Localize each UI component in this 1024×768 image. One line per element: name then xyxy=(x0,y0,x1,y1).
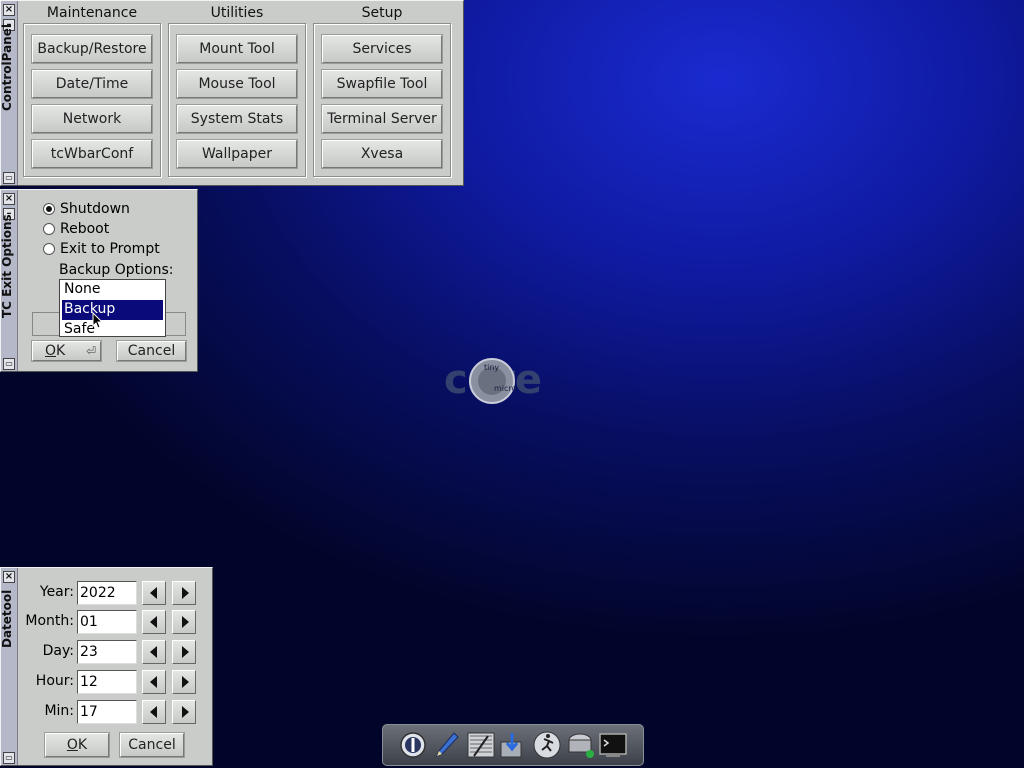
day-increment-button[interactable] xyxy=(172,640,196,664)
ok-mnemonic: O xyxy=(45,343,57,359)
hour-decrement-button[interactable] xyxy=(142,670,166,694)
reboot-label: Reboot xyxy=(60,221,110,237)
hour-field[interactable]: 12 xyxy=(77,670,137,694)
min-increment-button[interactable] xyxy=(172,700,196,724)
mouse-tool-button[interactable]: Mouse Tool xyxy=(176,69,298,99)
month-decrement-button[interactable] xyxy=(142,610,166,634)
month-increment-button[interactable] xyxy=(172,610,196,634)
mount-tool-button[interactable]: Mount Tool xyxy=(176,34,298,64)
datetool-ok-button[interactable]: OK xyxy=(44,732,110,758)
date-time-button[interactable]: Date/Time xyxy=(31,69,153,99)
ok-mnemonic: O xyxy=(66,737,78,753)
network-button[interactable]: Network xyxy=(31,104,153,134)
reboot-radio[interactable] xyxy=(43,223,55,235)
cancel-button[interactable]: Cancel xyxy=(116,340,187,362)
datetool-window: × Datetool ▭ Year: 2022 Month: 01 Day: 2… xyxy=(0,567,213,766)
month-label: Month: xyxy=(25,613,74,629)
system-stats-button[interactable]: System Stats xyxy=(176,104,298,134)
day-field[interactable]: 23 xyxy=(77,640,137,664)
close-icon[interactable]: × xyxy=(3,193,15,205)
swapfile-tool-button[interactable]: Swapfile Tool xyxy=(321,69,443,99)
dropdown-option-safe[interactable]: Safe xyxy=(60,320,165,340)
min-label: Min: xyxy=(44,703,74,719)
shade-icon[interactable]: ▭ xyxy=(3,752,15,764)
year-field[interactable]: 2022 xyxy=(77,581,137,605)
ok-button[interactable]: OK ⏎ xyxy=(31,340,102,362)
wallpaper-button[interactable]: Wallpaper xyxy=(176,139,298,169)
ok-rest: K xyxy=(56,343,66,359)
day-label: Day: xyxy=(42,643,74,659)
close-icon[interactable]: × xyxy=(3,4,15,16)
dropdown-option-none[interactable]: None xyxy=(60,280,165,300)
hour-label: Hour: xyxy=(35,673,74,689)
backup-restore-button[interactable]: Backup/Restore xyxy=(31,34,153,64)
editor-icon[interactable] xyxy=(432,730,462,760)
min-field[interactable]: 17 xyxy=(77,700,137,724)
ok-rest: K xyxy=(77,737,88,753)
control-panel-title: ControlPanel xyxy=(0,24,14,111)
mount-icon[interactable] xyxy=(566,730,596,760)
enter-icon: ⏎ xyxy=(85,344,96,358)
datetool-cancel-button[interactable]: Cancel xyxy=(119,732,185,758)
exit-options-titlebar[interactable]: × – TC Exit Options ▭ xyxy=(0,190,18,371)
exit-options-title: TC Exit Options xyxy=(0,214,14,318)
shutdown-radio[interactable] xyxy=(43,203,55,215)
dropdown-option-backup[interactable]: Backup xyxy=(62,300,163,320)
logo-micro: micro xyxy=(494,384,517,393)
apps-icon[interactable] xyxy=(466,730,496,760)
exit-icon[interactable] xyxy=(398,730,428,760)
services-button[interactable]: Services xyxy=(321,34,443,64)
group-label-maintenance: Maintenance xyxy=(46,5,138,21)
year-label: Year: xyxy=(39,584,74,600)
logo-tiny: tiny xyxy=(484,363,499,372)
min-decrement-button[interactable] xyxy=(142,700,166,724)
group-label-utilities: Utilities xyxy=(210,5,264,21)
core-logo: core tiny micro xyxy=(444,357,542,404)
control-panel-titlebar[interactable]: × – ControlPanel ▭ xyxy=(0,1,18,185)
year-increment-button[interactable] xyxy=(172,581,196,605)
dock xyxy=(382,724,644,766)
installer-icon[interactable] xyxy=(498,730,528,760)
year-decrement-button[interactable] xyxy=(142,581,166,605)
run-icon[interactable] xyxy=(532,730,562,760)
mouse-pointer-icon xyxy=(92,312,104,329)
exit-to-prompt-label: Exit to Prompt xyxy=(60,241,160,257)
tcwbarconf-button[interactable]: tcWbarConf xyxy=(31,139,153,169)
control-panel-window: × – ControlPanel ▭ Maintenance Backup/Re… xyxy=(0,0,464,186)
xvesa-button[interactable]: Xvesa xyxy=(321,139,443,169)
shade-icon[interactable]: ▭ xyxy=(3,358,15,370)
terminal-server-button[interactable]: Terminal Server xyxy=(321,104,443,134)
month-field[interactable]: 01 xyxy=(77,610,137,634)
day-decrement-button[interactable] xyxy=(142,640,166,664)
terminal-icon[interactable] xyxy=(598,730,628,760)
backup-options-label: Backup Options: xyxy=(59,262,174,278)
backup-options-dropdown[interactable]: None Backup Safe xyxy=(59,279,166,337)
close-icon[interactable]: × xyxy=(3,571,15,583)
shade-icon[interactable]: ▭ xyxy=(3,172,15,184)
exit-to-prompt-radio[interactable] xyxy=(43,243,55,255)
shutdown-label: Shutdown xyxy=(60,201,130,217)
group-label-setup: Setup xyxy=(361,5,403,21)
hour-increment-button[interactable] xyxy=(172,670,196,694)
